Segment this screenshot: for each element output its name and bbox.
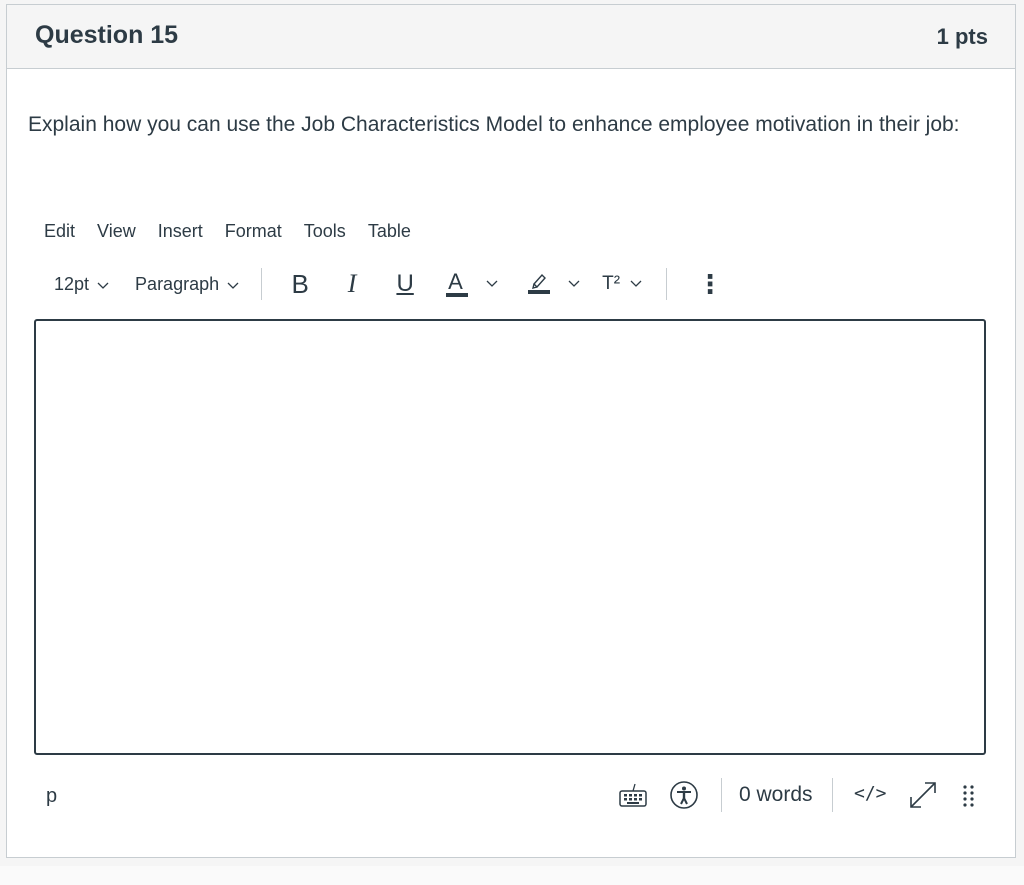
question-header: Question 15 1 pts <box>7 5 1015 69</box>
menu-insert[interactable]: Insert <box>158 216 203 246</box>
resize-handle-icon[interactable] <box>962 784 976 815</box>
question-points: 1 pts <box>936 24 988 49</box>
accessibility-icon[interactable] <box>669 780 699 815</box>
menu-view[interactable]: View <box>97 216 136 246</box>
chevron-down-icon <box>630 275 642 293</box>
block-format-dropdown[interactable]: Paragraph <box>135 274 239 295</box>
menu-table[interactable]: Table <box>368 216 411 246</box>
menu-edit[interactable]: Edit <box>44 216 75 246</box>
underline-icon: U <box>396 270 414 297</box>
superscript-button[interactable]: T² <box>602 273 642 295</box>
question-text: Explain how you can use the Job Characte… <box>28 113 960 136</box>
italic-button[interactable]: I <box>342 269 362 299</box>
toolbar-divider <box>261 268 263 300</box>
bold-icon: B <box>291 268 309 299</box>
editor-menubar: Edit View Insert Format Tools Table <box>44 216 433 246</box>
superscript-icon: T² <box>602 273 621 294</box>
word-count[interactable]: 0 words <box>739 783 813 807</box>
html-editor-toggle[interactable]: </> <box>854 783 887 804</box>
font-size-dropdown[interactable]: 12pt <box>54 274 109 295</box>
editor-statusbar: p 0 words </> <box>34 772 986 820</box>
chevron-down-icon <box>568 275 580 293</box>
statusbar-divider <box>832 778 833 812</box>
element-path[interactable]: p <box>46 785 57 808</box>
menu-format[interactable]: Format <box>225 216 282 246</box>
text-color-swatch <box>446 293 469 297</box>
keyboard-icon[interactable] <box>619 782 647 813</box>
question-title: Question 15 <box>35 21 179 49</box>
italic-icon: I <box>347 269 357 298</box>
highlight-button[interactable] <box>528 270 580 299</box>
chevron-down-icon <box>97 274 109 295</box>
toolbar-divider <box>666 268 668 300</box>
page-bottom-strip <box>0 866 1024 885</box>
rich-text-editor[interactable] <box>34 319 986 755</box>
font-size-value: 12pt <box>54 273 90 294</box>
highlight-icon <box>528 270 551 299</box>
block-format-value: Paragraph <box>135 273 220 294</box>
menu-tools[interactable]: Tools <box>304 216 346 246</box>
more-vertical-icon: ⋮ <box>697 268 724 299</box>
text-color-button[interactable]: A <box>446 269 498 299</box>
chevron-down-icon <box>227 274 239 295</box>
text-color-letter: A <box>448 269 463 294</box>
more-button[interactable]: ⋮ <box>697 269 723 300</box>
text-color-icon: A <box>446 269 469 299</box>
bold-button[interactable]: B <box>288 269 312 300</box>
chevron-down-icon <box>486 275 498 293</box>
statusbar-divider <box>721 778 722 812</box>
fullscreen-icon[interactable] <box>907 779 939 816</box>
editor-toolbar: 12pt Paragraph B I U A T² ⋮ <box>46 264 723 304</box>
underline-button[interactable]: U <box>394 270 416 298</box>
